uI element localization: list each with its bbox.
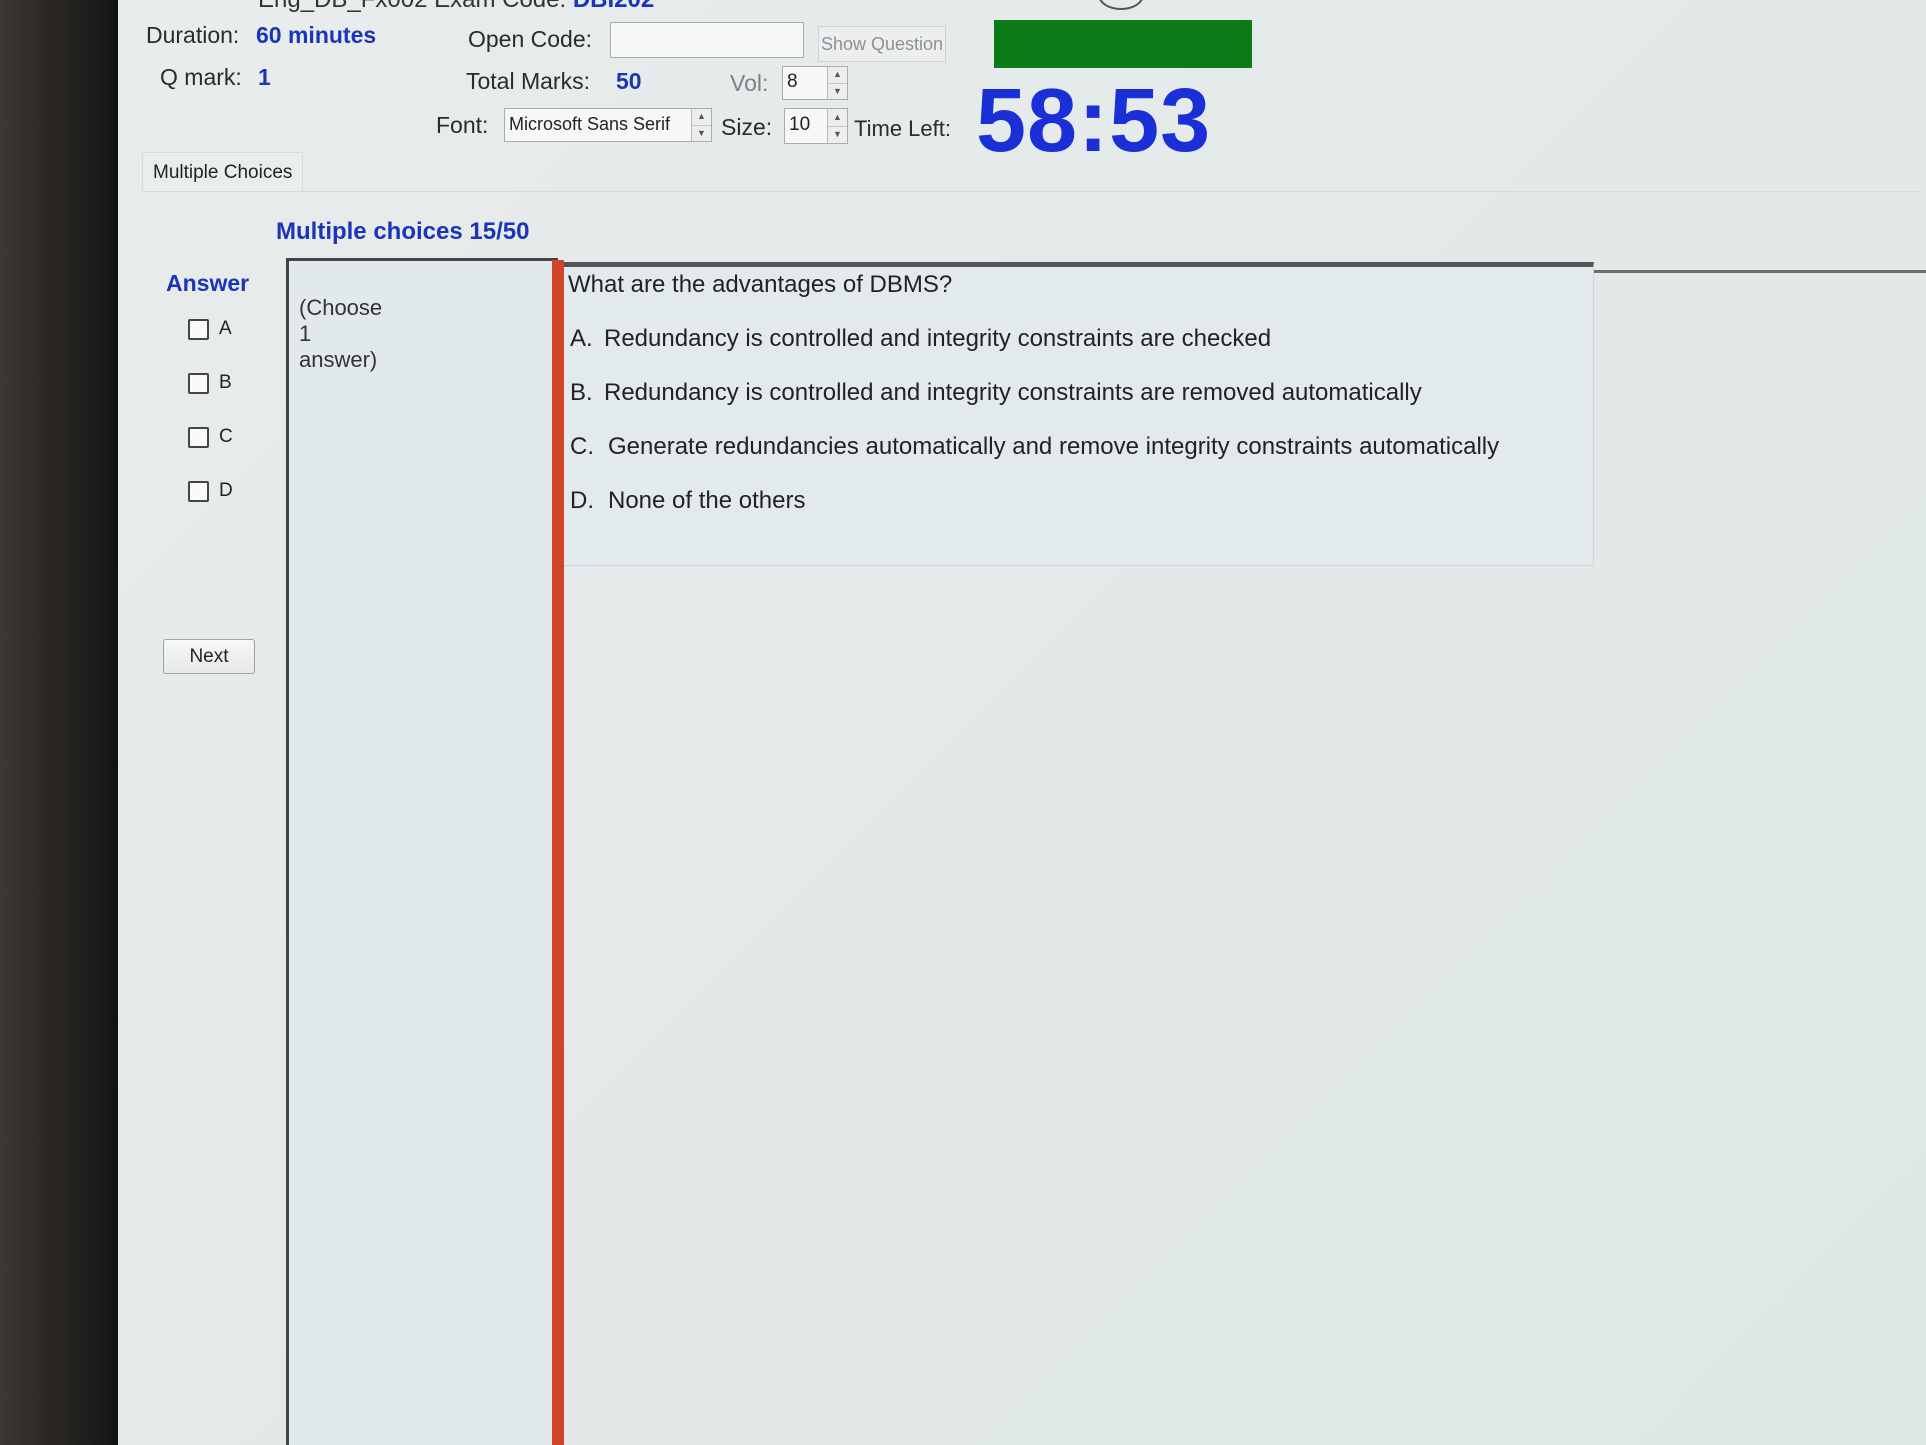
logo-icon [1098, 0, 1144, 10]
spin-down-icon[interactable]: ▼ [692, 126, 711, 142]
duration-label: Duration: [146, 22, 240, 48]
show-question-label: Show Question [820, 33, 944, 54]
time-left-countdown: 58:53 [976, 71, 1212, 171]
open-code-label: Open Code: [468, 26, 593, 52]
total-marks-value: 50 [616, 68, 642, 94]
vol-label: Vol: [730, 70, 769, 96]
answer-letter: A. [570, 325, 593, 352]
spin-down-icon[interactable]: ▼ [828, 84, 847, 100]
answer-body: Redundancy is controlled and integrity c… [604, 325, 1272, 352]
checkbox-icon[interactable] [188, 318, 209, 340]
option-label: D [219, 480, 233, 501]
answer-letter: C. [570, 433, 594, 460]
exam-client-window: Eng_DB_Fx002 Exam Code: DBI202 Duration:… [118, 0, 1926, 1445]
exam-subject-text: Eng_DB_Fx002 Exam Code: [258, 0, 566, 13]
spin-down-icon[interactable]: ▼ [828, 127, 847, 144]
spin-up-icon[interactable]: ▲ [828, 109, 847, 127]
next-button[interactable]: Next [163, 639, 255, 674]
option-label: C [219, 426, 233, 447]
answer-letter: B. [570, 379, 593, 406]
answer-option-c[interactable]: C [188, 426, 233, 448]
size-spin-buttons[interactable]: ▲ ▼ [827, 109, 847, 143]
font-spin-buttons[interactable]: ▲ ▼ [691, 109, 711, 141]
checkbox-icon[interactable] [188, 426, 209, 448]
question-progress: Multiple choices 15/50 [276, 218, 530, 245]
answer-body: Redundancy is controlled and integrity c… [604, 379, 1422, 406]
choose-hint-panel: (Choose 1 answer) [286, 258, 558, 1445]
answer-text-d: D. None of the others [570, 487, 805, 515]
size-value: 10 [789, 114, 811, 135]
size-label: Size: [721, 114, 773, 140]
tab-divider [142, 191, 1922, 192]
option-label: A [219, 318, 232, 339]
show-question-button[interactable]: Show Question [818, 26, 946, 62]
question-text: What are the advantages of DBMS? [568, 271, 953, 298]
answer-text-a: A. Redundancy is controlled and integrity… [570, 325, 1271, 353]
checkbox-icon[interactable] [188, 372, 209, 394]
question-panel: What are the advantages of DBMS? A. Redun… [564, 262, 1594, 566]
checkbox-icon[interactable] [188, 480, 209, 502]
spin-up-icon[interactable]: ▲ [692, 109, 711, 126]
tab-multiple-choices[interactable]: Multiple Choices [142, 152, 304, 192]
answer-option-b[interactable]: B [188, 372, 232, 394]
choose-hint-line: answer) [299, 347, 378, 372]
vol-spin-buttons[interactable]: ▲ ▼ [827, 67, 847, 99]
choose-hint-line: (Choose [299, 295, 383, 320]
font-label: Font: [436, 112, 489, 138]
vol-stepper[interactable]: 8 ▲ ▼ [782, 66, 848, 100]
monitor-bezel [0, 0, 118, 1445]
answer-text-b: B. Redundancy is controlled and integrity… [570, 379, 1422, 407]
choose-hint-line: 1 [299, 321, 312, 346]
panel-divider [552, 260, 564, 1445]
open-code-input[interactable] [610, 22, 804, 58]
answer-heading: Answer [166, 270, 250, 296]
duration-value: 60 minutes [256, 22, 377, 48]
size-stepper[interactable]: 10 ▲ ▼ [784, 108, 848, 144]
font-value: Microsoft Sans Serif [509, 114, 671, 134]
tab-label: Multiple Choices [153, 161, 293, 183]
answer-body: None of the others [608, 487, 806, 514]
status-indicator [994, 20, 1252, 68]
answer-option-d[interactable]: D [188, 480, 233, 502]
qmark-value: 1 [258, 64, 271, 90]
choose-hint-text: (Choose 1 answer) [299, 295, 382, 373]
total-marks-label: Total Marks: [466, 68, 590, 94]
answer-body: Generate redundancies automatically and … [608, 433, 1500, 460]
qmark-label: Q mark: [160, 64, 242, 90]
option-label: B [219, 372, 232, 393]
vol-value: 8 [787, 71, 798, 92]
answer-text-c: C. Generate redundancies automatically an… [570, 433, 1499, 461]
spin-up-icon[interactable]: ▲ [828, 67, 847, 84]
font-selector[interactable]: Microsoft Sans Serif ▲ ▼ [504, 108, 712, 142]
exam-code-value: DBI202 [573, 0, 654, 13]
answer-option-a[interactable]: A [188, 318, 232, 340]
exam-header-cutoff: Eng_DB_Fx002 Exam Code: DBI202 [258, 0, 654, 14]
time-left-label: Time Left: [854, 116, 951, 141]
answer-letter: D. [570, 487, 594, 514]
panel-top-border [1594, 270, 1926, 273]
